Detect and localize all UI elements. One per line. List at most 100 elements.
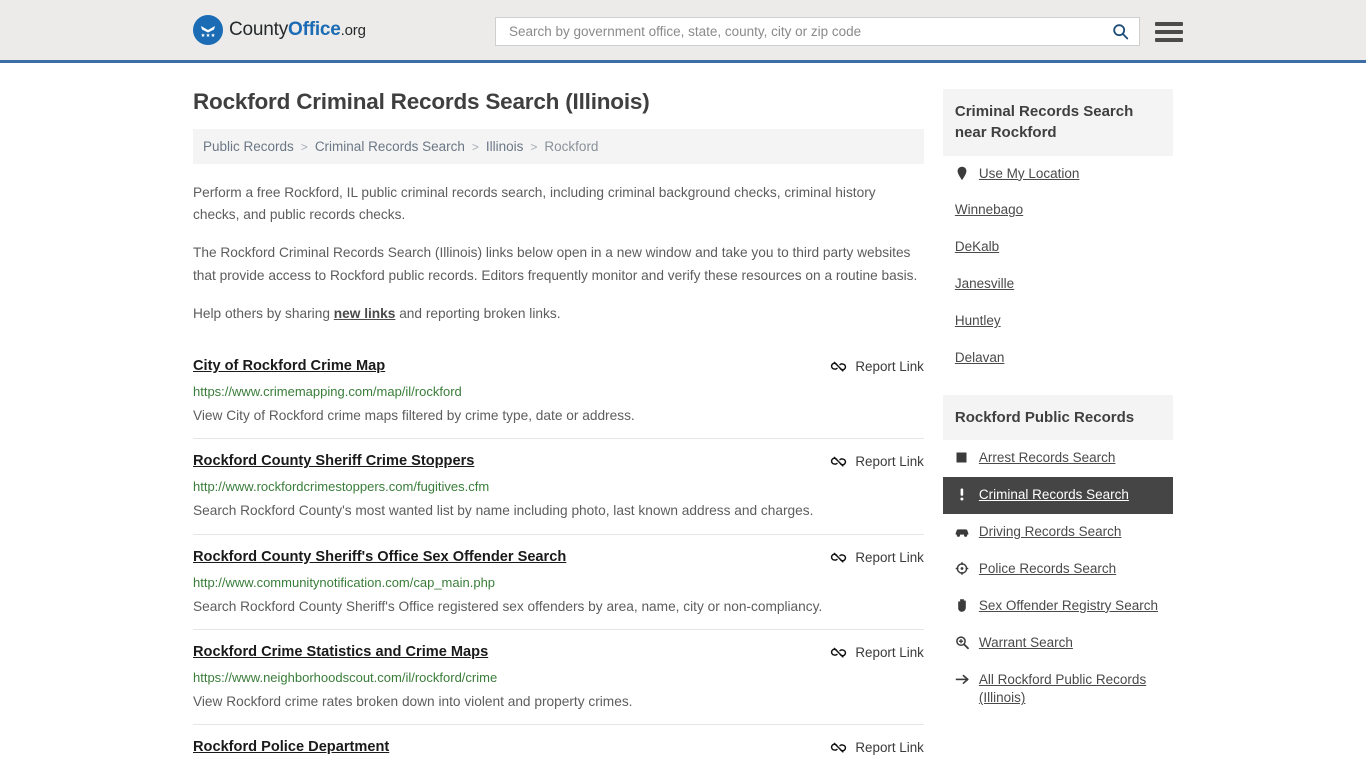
new-links-link[interactable]: new links: [334, 306, 396, 321]
sidebar-item-label: Delavan: [954, 350, 1005, 366]
broken-link-icon: [831, 742, 847, 753]
sidebar-nearby-list: Use My Location Winnebago DeKalb Janesville…: [943, 156, 1173, 377]
result-header: Rockford County Sheriff Crime Stoppers Re…: [193, 452, 924, 471]
result-title-link[interactable]: Rockford Crime Statistics and Crime Maps: [193, 643, 488, 662]
intro-paragraph-1: Perform a free Rockford, IL public crimi…: [193, 185, 876, 223]
result-item: Rockford Police Department Report Link: [193, 724, 924, 768]
intro-p3-before: Help others by sharing: [193, 305, 334, 321]
report-link-button[interactable]: Report Link: [816, 644, 924, 661]
sidebar-item-delavan[interactable]: Delavan: [943, 340, 1173, 377]
sidebar-nearby-heading: Criminal Records Search near Rockford: [942, 89, 1173, 156]
result-title-link[interactable]: Rockford County Sheriff's Office Sex Off…: [193, 548, 566, 567]
sidebar-item-all-rockford-public-records-illinois[interactable]: All Rockford Public Records (Illinois): [943, 662, 1173, 718]
sidebar-item-criminal-records-search[interactable]: Criminal Records Search: [942, 477, 1173, 515]
sidebar-item-label: Warrant Search: [978, 634, 1073, 650]
result-url: https://www.crimemapping.com/map/il/rock…: [193, 383, 462, 399]
result-item: Rockford County Sheriff Crime Stoppers Re…: [193, 438, 924, 533]
result-description: View City of Rockford crime maps filtere…: [193, 408, 635, 424]
eagle-shield-icon: [193, 15, 223, 45]
badge-icon: [955, 560, 970, 577]
site-logo[interactable]: CountyOffice.org: [193, 15, 366, 45]
result-header: Rockford Crime Statistics and Crime Maps…: [193, 643, 924, 662]
hamburger-menu-icon[interactable]: [1155, 21, 1183, 42]
breadcrumb-separator: >: [471, 139, 479, 154]
sidebar-card-nearby: Criminal Records Search near Rockford Us…: [942, 89, 1173, 377]
result-item: City of Rockford Crime Map Report Link htt…: [193, 347, 924, 438]
breadcrumb-item[interactable]: Illinois: [486, 139, 524, 154]
report-link-label: Report Link: [855, 644, 924, 660]
breadcrumb-separator: >: [300, 139, 308, 154]
sidebar-item-use-my-location[interactable]: Use My Location: [943, 156, 1173, 193]
report-link-button[interactable]: Report Link: [816, 549, 924, 566]
results-list: City of Rockford Crime Map Report Link htt…: [193, 347, 924, 768]
search-box[interactable]: [495, 17, 1140, 46]
intro-p3-after: and reporting broken links.: [395, 305, 561, 321]
intro-paragraph-2: The Rockford Criminal Records Search (Il…: [193, 245, 918, 283]
page-title: Rockford Criminal Records Search (Illino…: [193, 89, 650, 114]
sidebar-public-records-list: Arrest Records Search Criminal Records Se…: [942, 440, 1173, 718]
logo-text-county: County: [229, 19, 289, 40]
result-url: https://www.neighborhoodscout.com/il/roc…: [193, 669, 498, 685]
sidebar-item-dekalb[interactable]: DeKalb: [943, 229, 1173, 266]
result-header: Rockford County Sheriff's Office Sex Off…: [193, 548, 924, 567]
result-title-link[interactable]: Rockford County Sheriff Crime Stoppers: [193, 452, 474, 471]
sidebar: Criminal Records Search near Rockford Us…: [942, 63, 1173, 768]
result-item: Rockford Crime Statistics and Crime Maps…: [193, 628, 924, 724]
search-icon: [1113, 24, 1129, 40]
sidebar-item-winnebago[interactable]: Winnebago: [943, 192, 1173, 229]
site-header: CountyOffice.org: [0, 0, 1366, 63]
result-description: Search Rockford County Sheriff's Office …: [193, 598, 823, 614]
map-pin-icon: [955, 165, 970, 182]
hamburger-bar: [1155, 21, 1183, 26]
hand-icon: [955, 597, 970, 614]
hamburger-bar: [1155, 29, 1183, 34]
result-url: http://www.communitynotification.com/cap…: [193, 574, 496, 590]
sidebar-item-label: Police Records Search: [978, 560, 1117, 576]
sidebar-item-janesville[interactable]: Janesville: [943, 266, 1173, 303]
sidebar-item-label: Winnebago: [954, 202, 1024, 218]
sidebar-item-label: Janesville: [954, 276, 1015, 292]
magnifier-plus-icon: [955, 634, 970, 651]
arrow-right-icon: [955, 671, 970, 688]
sidebar-item-arrest-records-search[interactable]: Arrest Records Search: [943, 440, 1173, 477]
breadcrumb-item[interactable]: Criminal Records Search: [315, 139, 465, 154]
broken-link-icon: [831, 647, 847, 658]
sidebar-public-records-heading: Rockford Public Records: [942, 394, 1173, 441]
report-link-label: Report Link: [855, 740, 924, 756]
report-link-label: Report Link: [855, 549, 924, 565]
logo-text-office: Office: [288, 19, 341, 40]
report-link-button[interactable]: Report Link: [816, 358, 924, 375]
main-content: Rockford Criminal Records Search (Illino…: [193, 63, 924, 768]
breadcrumb-item[interactable]: Public Records: [203, 139, 294, 154]
sidebar-item-police-records-search[interactable]: Police Records Search: [943, 551, 1173, 588]
result-title-link[interactable]: City of Rockford Crime Map: [193, 357, 385, 376]
sidebar-item-label: Arrest Records Search: [978, 450, 1116, 466]
report-link-button[interactable]: Report Link: [816, 739, 924, 756]
report-link-label: Report Link: [855, 358, 924, 374]
result-url: http://www.rockfordcrimestoppers.com/fug…: [193, 479, 490, 495]
result-header: City of Rockford Crime Map Report Link: [193, 357, 924, 376]
page-body: Rockford Criminal Records Search (Illino…: [0, 63, 1366, 768]
report-link-button[interactable]: Report Link: [816, 453, 924, 470]
broken-link-icon: [831, 361, 847, 372]
exclamation-icon: [955, 486, 970, 503]
broken-link-icon: [831, 456, 847, 467]
breadcrumb-item: Rockford: [544, 139, 599, 154]
header-search-area: [495, 17, 1183, 46]
sidebar-item-sex-offender-registry-search[interactable]: Sex Offender Registry Search: [943, 588, 1173, 625]
breadcrumb-separator: >: [530, 139, 538, 154]
sidebar-card-public-records: Rockford Public Records Arrest Records S…: [942, 394, 1173, 718]
sidebar-item-warrant-search[interactable]: Warrant Search: [943, 625, 1173, 662]
search-input[interactable]: [507, 23, 1106, 40]
sidebar-item-huntley[interactable]: Huntley: [943, 303, 1173, 340]
report-link-label: Report Link: [855, 454, 924, 470]
sidebar-item-driving-records-search[interactable]: Driving Records Search: [943, 514, 1173, 551]
car-icon: [955, 523, 970, 540]
search-button[interactable]: [1106, 23, 1135, 40]
filled-square-icon: [955, 449, 970, 466]
result-description: Search Rockford County's most wanted lis…: [193, 503, 814, 519]
result-title-link[interactable]: Rockford Police Department: [193, 738, 389, 757]
result-item: Rockford County Sheriff's Office Sex Off…: [193, 533, 924, 629]
broken-link-icon: [831, 552, 847, 563]
breadcrumb: Public Records > Criminal Records Search > I…: [193, 129, 924, 164]
